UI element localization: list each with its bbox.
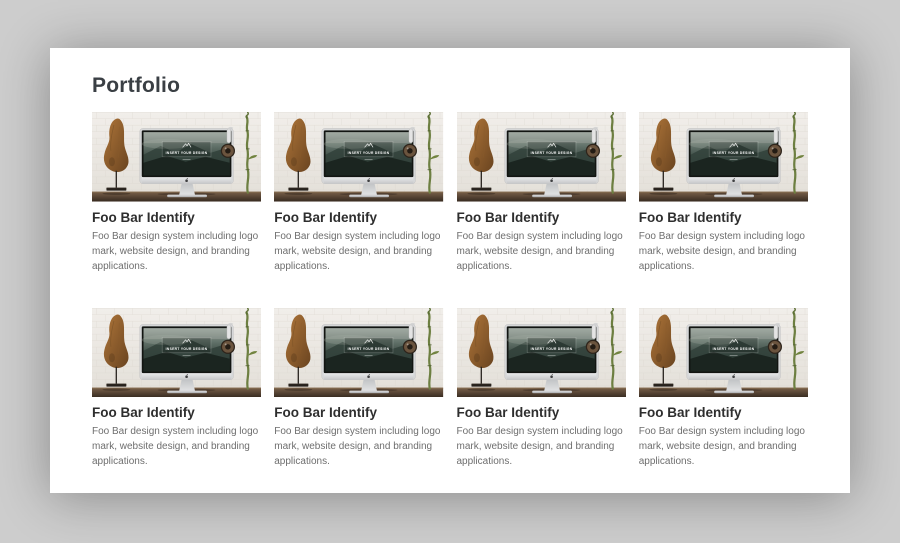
portfolio-item[interactable]: Foo Bar Identify Foo Bar design system i…	[457, 308, 626, 470]
portfolio-item[interactable]: Foo Bar Identify Foo Bar design system i…	[274, 112, 443, 274]
portfolio-item-description: Foo Bar design system including logo mar…	[457, 229, 626, 274]
portfolio-item-description: Foo Bar design system including logo mar…	[92, 229, 261, 274]
portfolio-item-description: Foo Bar design system including logo mar…	[274, 229, 443, 274]
portfolio-item[interactable]: Foo Bar Identify Foo Bar design system i…	[639, 308, 808, 470]
portfolio-item-description: Foo Bar design system including logo mar…	[639, 229, 808, 274]
portfolio-item-title[interactable]: Foo Bar Identify	[639, 404, 808, 421]
portfolio-item-title[interactable]: Foo Bar Identify	[639, 209, 808, 226]
portfolio-thumbnail[interactable]	[92, 112, 261, 202]
portfolio-item[interactable]: Foo Bar Identify Foo Bar design system i…	[92, 308, 261, 470]
portfolio-thumbnail[interactable]	[639, 112, 808, 202]
portfolio-item-description: Foo Bar design system including logo mar…	[639, 424, 808, 469]
portfolio-item-description: Foo Bar design system including logo mar…	[457, 424, 626, 469]
portfolio-item-title[interactable]: Foo Bar Identify	[457, 404, 626, 421]
portfolio-thumbnail[interactable]	[274, 308, 443, 398]
portfolio-thumbnail[interactable]	[92, 308, 261, 398]
portfolio-item-title[interactable]: Foo Bar Identify	[92, 404, 261, 421]
page-background: Portfolio Foo Bar Identify Foo Bar desig…	[0, 0, 900, 543]
portfolio-grid: Foo Bar Identify Foo Bar design system i…	[50, 112, 850, 469]
portfolio-item-description: Foo Bar design system including logo mar…	[92, 424, 261, 469]
portfolio-item-title[interactable]: Foo Bar Identify	[457, 209, 626, 226]
portfolio-item[interactable]: Foo Bar Identify Foo Bar design system i…	[639, 112, 808, 274]
portfolio-item-title[interactable]: Foo Bar Identify	[92, 209, 261, 226]
portfolio-item-description: Foo Bar design system including logo mar…	[274, 424, 443, 469]
portfolio-item[interactable]: Foo Bar Identify Foo Bar design system i…	[92, 112, 261, 274]
portfolio-card: Portfolio Foo Bar Identify Foo Bar desig…	[50, 48, 850, 493]
portfolio-item[interactable]: Foo Bar Identify Foo Bar design system i…	[274, 308, 443, 470]
portfolio-item[interactable]: Foo Bar Identify Foo Bar design system i…	[457, 112, 626, 274]
portfolio-thumbnail[interactable]	[457, 112, 626, 202]
portfolio-item-title[interactable]: Foo Bar Identify	[274, 404, 443, 421]
page-title: Portfolio	[50, 48, 850, 112]
portfolio-thumbnail[interactable]	[639, 308, 808, 398]
portfolio-thumbnail[interactable]	[274, 112, 443, 202]
portfolio-item-title[interactable]: Foo Bar Identify	[274, 209, 443, 226]
portfolio-thumbnail[interactable]	[457, 308, 626, 398]
